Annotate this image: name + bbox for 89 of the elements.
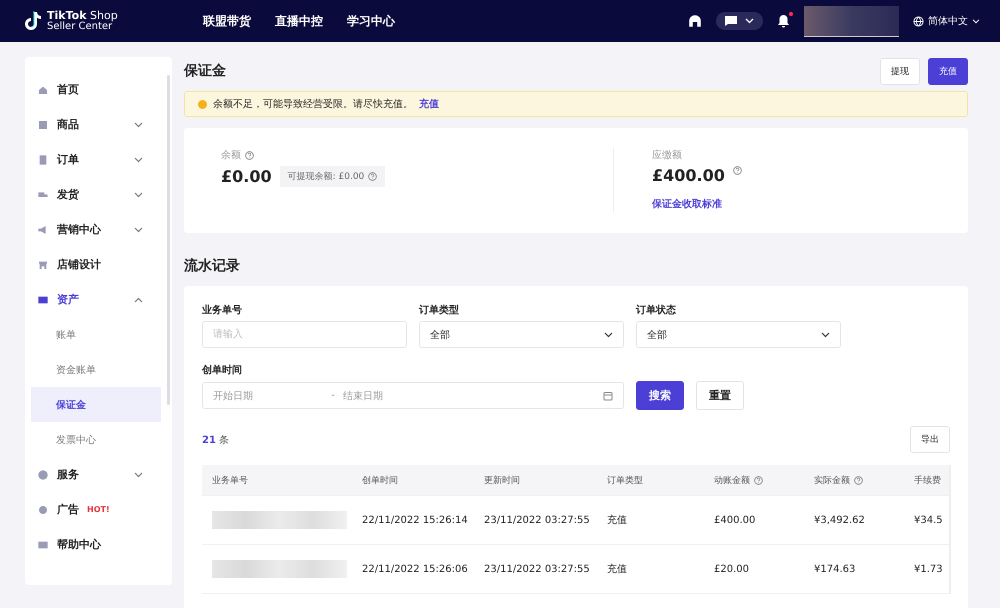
card-icon (37, 294, 49, 306)
sidebar-subitem[interactable]: 账单 (31, 317, 161, 352)
sidebar-subitem[interactable]: 发票中心 (31, 422, 161, 457)
dropdown[interactable]: 全部 (419, 321, 624, 348)
sidebar-item[interactable]: 首页 (31, 72, 153, 107)
sidebar-item[interactable]: 广告 HOT! (31, 492, 153, 527)
chat-icon (725, 16, 737, 26)
column-header[interactable]: 实际金额 (814, 474, 863, 486)
sidebar-item[interactable]: 店铺设计 (31, 247, 153, 282)
nav-link[interactable]: 直播中控 (275, 12, 323, 30)
sidebar-item[interactable]: 服务 (31, 457, 153, 492)
caret-icon (745, 18, 754, 24)
due-amount: £400.00 (652, 166, 725, 185)
recharge-link[interactable]: 充值 (419, 97, 439, 111)
chevron-icon (134, 192, 143, 198)
chevron-icon (134, 472, 143, 478)
table-cell: ¥174.63 (814, 564, 856, 574)
nav-link[interactable]: 学习中心 (347, 12, 395, 30)
dropdown[interactable]: 全部 (636, 321, 841, 348)
table-cell: 22/11/2022 15:26:06 (362, 564, 468, 574)
sidebar-item[interactable]: 发货 (31, 177, 153, 212)
bell-icon[interactable] (777, 14, 790, 28)
table-cell-text: 充值 (607, 562, 627, 576)
help-icon[interactable] (368, 172, 378, 181)
chevron-icon (821, 332, 830, 338)
help-icon[interactable] (854, 476, 863, 484)
table-cell: ¥3,492.62 (814, 514, 865, 526)
deposit-standard-link[interactable]: 保证金收取标准 (652, 197, 742, 211)
account-placeholder[interactable] (804, 6, 899, 36)
sidebar-subitem[interactable]: 保证金 (31, 387, 161, 422)
warning-text: 余额不足，可能导致经营受限。请尽快充值。 (213, 98, 413, 111)
table-cell: 23/11/2022 03:27:55 (484, 564, 590, 574)
caret-icon (972, 18, 980, 24)
sidebar-item[interactable]: 资产 (31, 282, 153, 317)
column-header[interactable]: 订单类型 (607, 474, 643, 486)
sidebar-subitem[interactable]: 资金账单 (31, 352, 161, 387)
scrollbar[interactable] (167, 75, 170, 405)
help-icon[interactable] (245, 150, 254, 160)
table-cell: £20.00 (714, 564, 749, 574)
table-cell: ¥1.73 (914, 564, 943, 574)
filter-label: 创单时间 (202, 365, 242, 376)
chat-button[interactable] (716, 12, 763, 30)
section-title: 流水记录 (184, 257, 241, 275)
help-icon[interactable] (754, 476, 763, 484)
warning-icon (198, 100, 207, 108)
filter-label: 订单状态 (636, 304, 677, 317)
calendar-icon[interactable] (602, 390, 613, 400)
store-icon (37, 258, 49, 270)
chevron-icon (134, 156, 143, 162)
column-header[interactable]: 动账金额 (714, 474, 763, 486)
chevron-icon (134, 296, 143, 302)
column-header[interactable]: 更新时间 (484, 474, 520, 486)
circle-icon (37, 504, 49, 516)
help-icon[interactable] (732, 166, 742, 175)
sidebar-item[interactable]: 商品 (31, 107, 153, 142)
chevron-icon (604, 332, 613, 338)
table-cell-text: 充值 (607, 514, 627, 527)
tiktok-logo-icon (25, 11, 43, 31)
table-cell: £400.00 (714, 514, 756, 526)
recharge-button[interactable]: 充值 (928, 58, 968, 84)
sidebar-item[interactable]: 帮助中心 (31, 527, 153, 562)
column-header[interactable]: 手续费 (914, 474, 941, 486)
export-button[interactable]: 导出 (910, 426, 950, 453)
page-title: 保证金 (184, 62, 226, 80)
filter-label: 订单类型 (419, 304, 460, 317)
withdrawable-text: 可提现余额: £0.00 (288, 170, 364, 183)
table-cell: ¥34.5 (914, 514, 943, 526)
order-number-field[interactable]: 请输入 (202, 321, 407, 348)
hot-label: HOT! (87, 505, 110, 514)
table-cell: 23/11/2022 03:27:55 (484, 514, 590, 526)
record-count: 21 条 (202, 434, 230, 446)
column-header[interactable]: 业务单号 (212, 474, 248, 486)
chevron-icon (134, 122, 143, 128)
balance-amount: £0.00 (221, 167, 272, 186)
reset-button[interactable]: 重置 (696, 381, 744, 410)
filter-label: 业务单号 (202, 304, 243, 317)
language-selector[interactable]: 简体中文 (913, 14, 980, 28)
table-cell: 22/11/2022 15:26:14 (362, 514, 468, 526)
withdraw-button[interactable]: 提现 (880, 58, 920, 84)
due-label: 应缴额 (652, 148, 683, 162)
chevron-icon (134, 226, 143, 232)
nav-link[interactable]: 联盟带货 (203, 12, 251, 30)
brand-subtitle: Seller Center (47, 21, 112, 32)
column-header[interactable]: 创单时间 (362, 474, 398, 486)
sidebar-item[interactable]: 营销中心 (31, 212, 153, 247)
balance-label: 余额 (221, 148, 241, 162)
brand-name: TikTok Shop (47, 10, 118, 21)
sidebar-item[interactable]: 订单 (31, 142, 153, 177)
search-button[interactable]: 搜索 (636, 381, 684, 410)
